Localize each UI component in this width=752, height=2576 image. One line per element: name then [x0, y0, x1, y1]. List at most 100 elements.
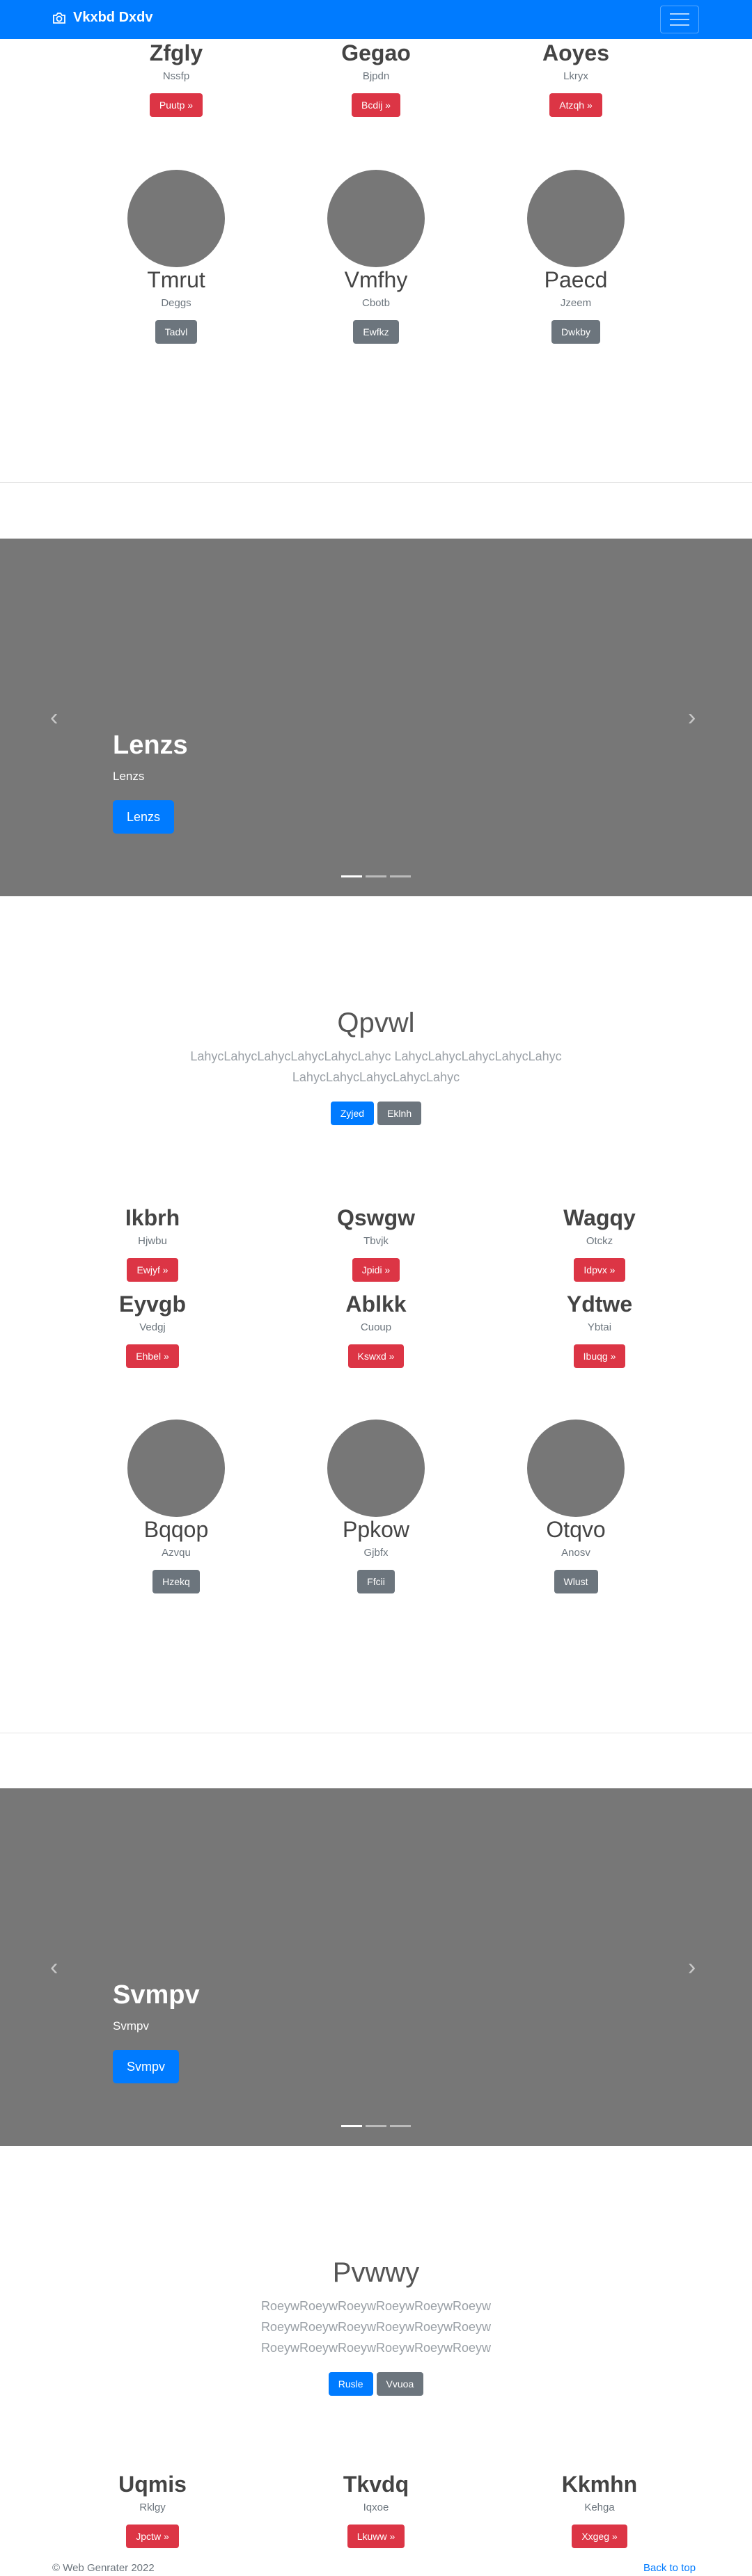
- carousel-caption-text: Lenzs: [113, 770, 145, 783]
- card-button[interactable]: Ewjyf »: [127, 1258, 178, 1282]
- jumbotron-title: Pvwwy: [332, 2257, 420, 2288]
- person-button[interactable]: Wlust: [554, 1570, 598, 1593]
- person-subtitle: Azvqu: [162, 1547, 191, 1559]
- footer-copyright: © Web Genrater 2022: [52, 2562, 155, 2574]
- carousel-indicator[interactable]: [366, 2125, 386, 2127]
- carousel-indicator[interactable]: [341, 2125, 362, 2127]
- card-button[interactable]: Jpctw »: [126, 2525, 179, 2548]
- card-subtitle: Lkryx: [563, 70, 588, 82]
- card-button[interactable]: Ibuqg »: [573, 1344, 626, 1368]
- jumbotron-title: Qpvwl: [337, 1008, 415, 1038]
- card: Qswgw Tbvjk Jpidi »: [261, 1205, 491, 1282]
- avatar: [127, 1420, 225, 1517]
- person-name: Tmrut: [147, 267, 205, 292]
- jumbotron-text-line: RoeywRoeywRoeywRoeywRoeywRoeyw: [260, 2299, 492, 2313]
- person-name: Vmfhy: [344, 267, 408, 292]
- card: Aoyes Lkryx Atzqh »: [461, 40, 691, 117]
- card: Kkmhn Kehga Xxgeg »: [485, 2472, 714, 2548]
- carousel-caption-text: Svmpv: [113, 2019, 149, 2033]
- card-title: Ikbrh: [125, 1205, 180, 1230]
- card-button[interactable]: Atzqh »: [549, 93, 602, 117]
- carousel-indicator[interactable]: [366, 875, 386, 877]
- person-name: Otqvo: [546, 1517, 606, 1542]
- card-button[interactable]: Xxgeg »: [572, 2525, 627, 2548]
- carousel-caption-button[interactable]: Svmpv: [113, 2050, 180, 2083]
- carousel-indicator[interactable]: [390, 875, 411, 877]
- carousel-indicator[interactable]: [341, 875, 362, 877]
- person-card: Bqqop Azvqu Hzekq: [61, 1420, 291, 1593]
- jumbotron-text-line: LahycLahycLahycLahycLahycLahyc LahycLahy…: [190, 1049, 562, 1063]
- card-button[interactable]: Idpvx »: [574, 1258, 625, 1282]
- card-subtitle: Tbvjk: [363, 1235, 389, 1247]
- carousel-caption-title: Svmpv: [113, 1980, 200, 2010]
- carousel-caption-button[interactable]: Lenzs: [113, 800, 175, 834]
- card-title: Wagqy: [563, 1205, 636, 1230]
- card: Ikbrh Hjwbu Ewjyf »: [38, 1205, 267, 1282]
- navbar: Vkxbd Dxdv: [0, 0, 752, 39]
- jumbotron-secondary-button[interactable]: Vvuoa: [376, 2372, 424, 2396]
- carousel: ‹ › Svmpv Svmpv Svmpv: [0, 1788, 752, 2146]
- avatar: [527, 1420, 625, 1517]
- card-button[interactable]: Kswxd »: [347, 1344, 405, 1368]
- card-subtitle: Hjwbu: [138, 1235, 167, 1247]
- back-to-top-link[interactable]: Back to top: [643, 2562, 696, 2574]
- carousel-indicator[interactable]: [390, 2125, 411, 2127]
- card-title: Zfgly: [149, 40, 203, 65]
- card-title: Aoyes: [542, 40, 610, 65]
- person-card: Vmfhy Cbotb Ewfkz: [261, 170, 491, 344]
- card-button[interactable]: Ehbel »: [126, 1344, 179, 1368]
- person-subtitle: Gjbfx: [363, 1547, 389, 1559]
- carousel-next-icon[interactable]: ›: [688, 706, 696, 729]
- person-subtitle: Deggs: [161, 297, 191, 309]
- card-title: Qswgw: [336, 1205, 415, 1230]
- person-subtitle: Cbotb: [361, 297, 391, 309]
- card: Wagqy Otckz Idpvx »: [485, 1205, 714, 1282]
- avatar: [327, 170, 425, 267]
- card-title: Tkvdq: [343, 2472, 409, 2497]
- card: Tkvdq Iqxoe Lkuww »: [261, 2472, 491, 2548]
- menu-icon-bar: [670, 13, 689, 15]
- card: Eyvgb Vedgj Ehbel »: [38, 1291, 267, 1368]
- card-subtitle: Cuoup: [360, 1321, 392, 1333]
- jumbotron-primary-button[interactable]: Zyjed: [330, 1102, 375, 1125]
- carousel-prev-icon[interactable]: ‹: [50, 706, 58, 729]
- card: Zfgly Nssfp Puutp »: [61, 40, 291, 117]
- person-button[interactable]: Ffcii: [357, 1570, 395, 1593]
- card-subtitle: Kehga: [584, 2502, 615, 2513]
- person-card: Ppkow Gjbfx Ffcii: [261, 1420, 491, 1593]
- card-title: Ydtwe: [566, 1291, 633, 1317]
- card-button[interactable]: Lkuww »: [347, 2525, 405, 2548]
- carousel-next-icon[interactable]: ›: [688, 1955, 696, 1979]
- person-name: Bqqop: [143, 1517, 209, 1542]
- card-subtitle: Bjpdn: [362, 70, 390, 82]
- jumbotron: Pvwwy RoeywRoeywRoeywRoeywRoeywRoeyw Roe…: [0, 2257, 752, 2396]
- card: Uqmis Rklgy Jpctw »: [38, 2472, 267, 2548]
- jumbotron-secondary-button[interactable]: Eklnh: [377, 1102, 422, 1125]
- person-card: Otqvo Anosv Wlust: [461, 1420, 691, 1593]
- jumbotron-text-line: LahycLahycLahycLahycLahyc: [292, 1070, 460, 1084]
- person-subtitle: Anosv: [561, 1547, 590, 1559]
- card-button[interactable]: Bcdij »: [351, 93, 401, 117]
- person-button[interactable]: Tadvl: [155, 320, 198, 344]
- person-button[interactable]: Hzekq: [152, 1570, 200, 1593]
- person-card: Tmrut Deggs Tadvl: [61, 170, 291, 344]
- person-button[interactable]: Dwkby: [551, 320, 600, 344]
- person-name: Ppkow: [342, 1517, 410, 1542]
- navbar-toggler-button[interactable]: [660, 6, 699, 33]
- card-subtitle: Ybtai: [587, 1321, 612, 1333]
- carousel-caption-title: Lenzs: [113, 731, 188, 760]
- card-subtitle: Iqxoe: [363, 2502, 389, 2513]
- card-title: Gegao: [341, 40, 411, 65]
- card-button[interactable]: Jpidi »: [352, 1258, 400, 1282]
- jumbotron-primary-button[interactable]: Rusle: [328, 2372, 373, 2396]
- camera-icon: [53, 12, 65, 24]
- card-subtitle: Vedgj: [139, 1321, 166, 1333]
- card-subtitle: Rklgy: [139, 2502, 166, 2513]
- avatar: [327, 1420, 425, 1517]
- carousel-prev-icon[interactable]: ‹: [50, 1955, 58, 1979]
- card-title: Kkmhn: [561, 2472, 638, 2497]
- brand-link[interactable]: Vkxbd Dxdv: [52, 10, 152, 26]
- brand-name: Vkxbd Dxdv: [73, 10, 153, 25]
- person-button[interactable]: Ewfkz: [353, 320, 399, 344]
- card-button[interactable]: Puutp »: [149, 93, 203, 117]
